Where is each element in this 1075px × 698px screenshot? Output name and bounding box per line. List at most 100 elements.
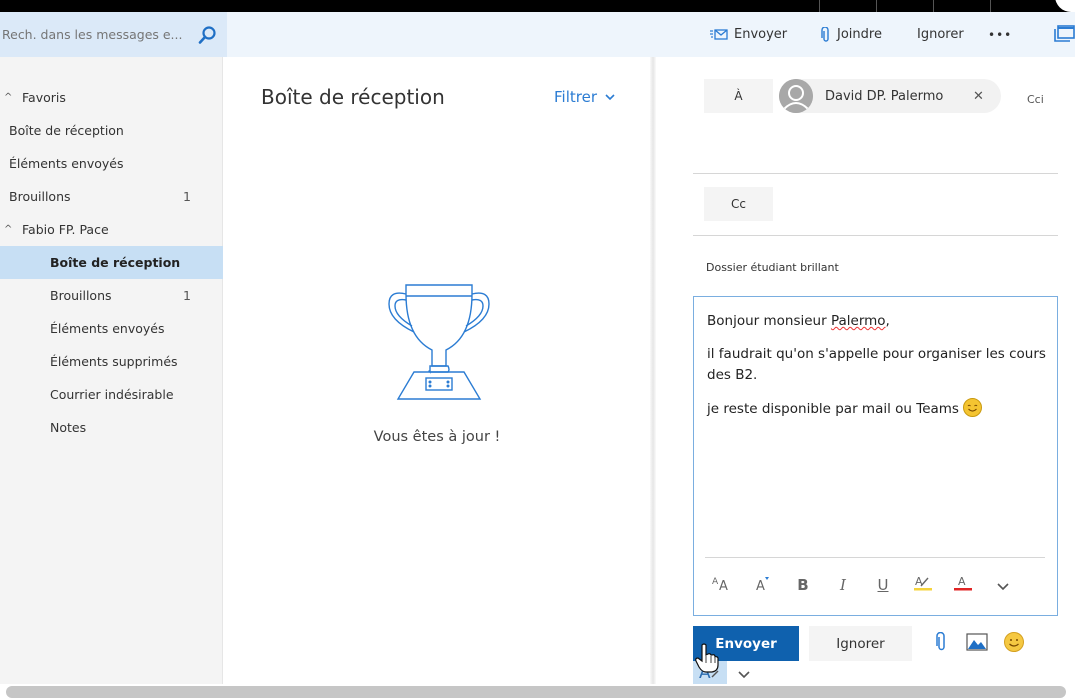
folder-label: Brouillons [9,189,71,204]
compose-actions: Envoyer Joindre Ignorer ••• [227,12,1075,57]
toolbar-discard-button[interactable]: Ignorer [917,12,964,57]
bcc-link[interactable]: Cci [1027,93,1044,106]
picture-icon [966,632,988,656]
folder-sent[interactable]: Éléments envoyés [0,312,223,345]
font-color-button[interactable]: A [949,565,977,605]
svg-text:A: A [958,575,966,588]
folder-junk[interactable]: Courrier indésirable [0,378,223,411]
remove-recipient-icon[interactable]: ✕ [973,89,1001,104]
divider [693,173,1058,174]
top-bar-separator [933,0,934,12]
folder-favorites-drafts[interactable]: Brouillons 1 [0,180,223,213]
svg-text:A: A [699,663,711,680]
folder-notes[interactable]: Notes [0,411,223,444]
grow-font-icon: A [755,575,771,595]
search-box[interactable] [0,12,227,57]
compose-pane: À David DP. Palermo ✕ Cci Cc Dossier étu… [656,57,1075,684]
horizontal-scrollbar[interactable] [6,686,1066,698]
recipient-chip[interactable]: David DP. Palermo ✕ [779,79,1001,113]
group-favorites[interactable]: ^ Favoris [0,81,223,114]
highlight-button[interactable]: A [909,565,937,605]
format-toggle-button[interactable]: A [693,661,727,684]
chevron-up-icon: ^ [4,92,13,103]
folder-label: Notes [50,420,87,435]
command-bar: Envoyer Joindre Ignorer ••• [0,12,1075,57]
emoji-icon [1003,631,1025,657]
folder-label: Courrier indésirable [50,387,174,402]
body-line: il faudrait qu'on s'appelle pour organis… [707,346,1046,383]
italic-button[interactable]: I [829,565,857,605]
popout-icon [1053,24,1075,46]
folder-inbox[interactable]: Boîte de réception [0,246,223,279]
format-text-icon: A [698,662,722,684]
toolbar-more-button[interactable]: ••• [988,12,1012,57]
body-line: je reste disponible par mail ou Teams [707,398,1052,420]
chevron-down-icon [605,93,615,101]
folder-count: 1 [183,189,191,204]
attach-button[interactable] [929,631,953,656]
filter-button[interactable]: Filtrer [554,88,615,106]
format-options-chevron[interactable] [738,664,750,683]
cc-button[interactable]: Cc [704,187,773,221]
folder-favorites-inbox[interactable]: Boîte de réception [0,114,223,147]
underline-icon: U [877,576,889,594]
group-account[interactable]: ^ Fabio FP. Pace [0,213,223,246]
list-title: Boîte de réception [261,85,445,109]
grow-font-button[interactable]: A [749,565,777,605]
chevron-up-icon: ^ [4,224,13,235]
svg-text:A: A [756,579,765,591]
body-text-segment: Bonjour monsieur [707,313,831,329]
search-icon[interactable] [197,25,217,45]
more-formatting-button[interactable] [989,565,1017,605]
bold-button[interactable]: B [789,565,817,605]
message-body-editor[interactable]: Bonjour monsieur Palermo, il faudrait qu… [693,296,1058,616]
folder-drafts[interactable]: Brouillons 1 [0,279,223,312]
subject-field[interactable]: Dossier étudiant brillant [706,261,839,274]
top-bar-corner [1055,0,1075,12]
empty-state-text: Vous êtes à jour ! [373,429,501,445]
paperclip-icon [935,631,947,656]
to-label: À [734,89,743,103]
group-label: Favoris [22,90,66,105]
folder-favorites-sent[interactable]: Éléments envoyés [0,147,223,180]
folder-count: 1 [183,288,191,303]
avatar [779,79,813,113]
toolbar-attach-label: Joindre [837,27,882,42]
emoji-button[interactable] [1002,632,1026,656]
font-size-icon: AA [712,575,734,595]
send-button[interactable]: Envoyer [693,626,799,661]
misspelled-word: Palermo [830,313,886,329]
recipient-name: David DP. Palermo [825,88,944,104]
font-color-icon: A [953,574,973,596]
font-size-button[interactable]: AA [709,565,737,605]
more-icon: ••• [988,27,1013,42]
folder-label: Boîte de réception [9,123,124,138]
to-button[interactable]: À [704,79,773,113]
body-text-segment: , [885,313,890,329]
toolbar-attach-button[interactable]: Joindre [821,12,882,57]
format-toolbar: AA A B I U A A [694,565,1057,605]
highlight-icon: A [913,574,933,596]
toolbar-discard-label: Ignorer [917,27,964,42]
top-bar-separator [819,0,820,12]
trophy-icon [384,282,494,407]
message-list-pane: Boîte de réception Filtrer Vous êtes à j… [224,57,650,684]
toolbar-send-button[interactable]: Envoyer [710,12,787,57]
popout-button[interactable] [1053,12,1075,57]
search-input[interactable] [2,27,197,42]
discard-button[interactable]: Ignorer [809,626,912,661]
folder-label: Boîte de réception [50,255,181,270]
svg-text:A: A [719,579,728,591]
folder-pane: ^ Favoris Boîte de réception Éléments en… [0,57,223,684]
send-mail-icon [710,28,728,41]
smiley-emoji-icon [963,398,983,417]
divider [693,235,1058,236]
message-body[interactable]: Bonjour monsieur Palermo, il faudrait qu… [707,311,1052,420]
insert-picture-button[interactable] [965,632,989,656]
group-label: Fabio FP. Pace [22,222,109,237]
folder-deleted[interactable]: Éléments supprimés [0,345,223,378]
folder-label: Éléments envoyés [9,156,124,171]
underline-button[interactable]: U [869,565,897,605]
